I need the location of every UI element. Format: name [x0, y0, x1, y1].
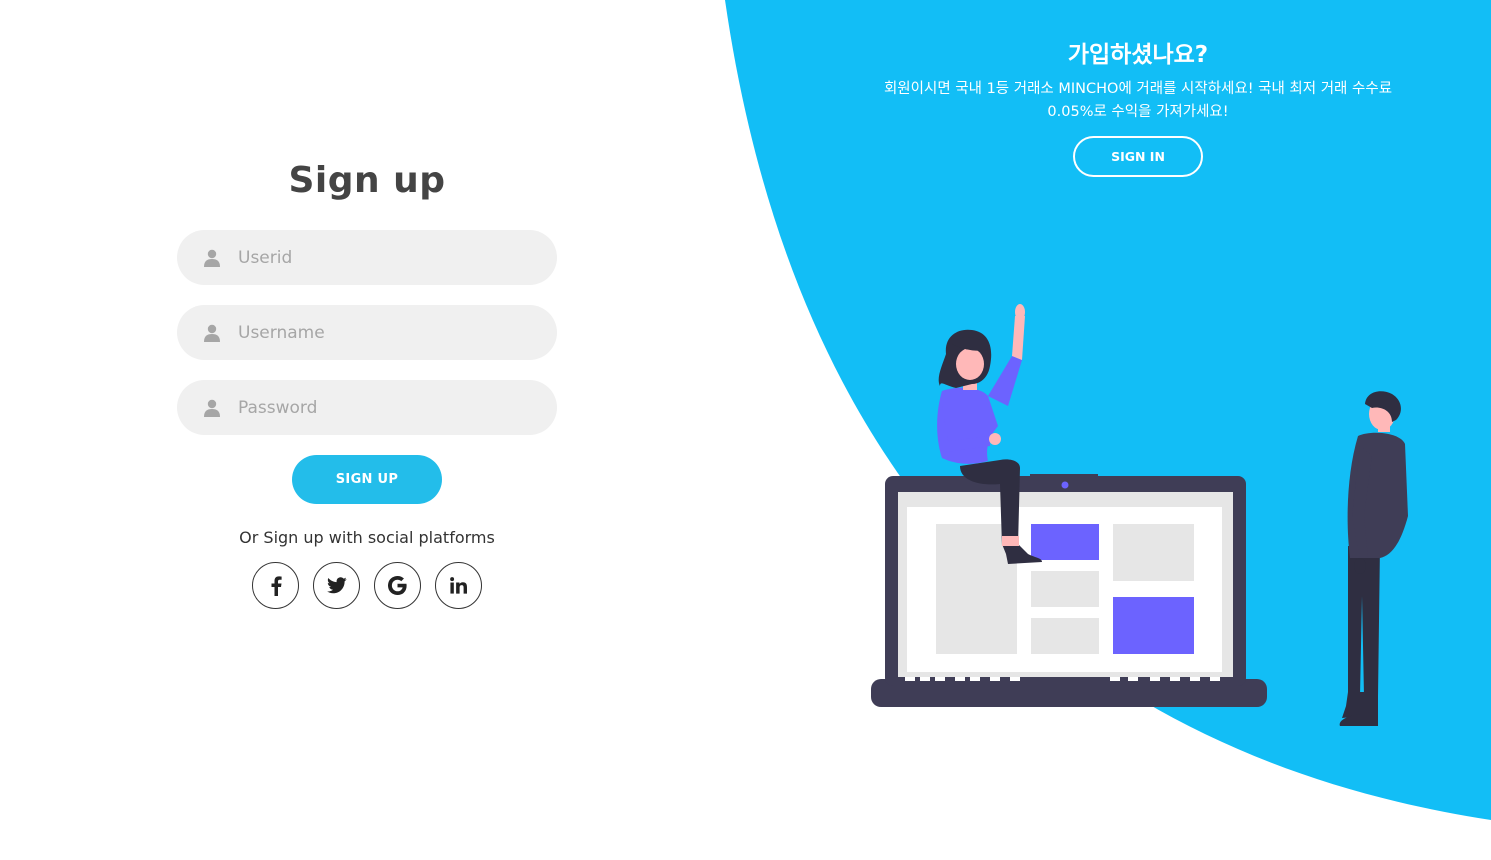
userid-field[interactable]	[177, 230, 557, 285]
user-icon	[201, 322, 223, 344]
facebook-button[interactable]	[252, 562, 299, 609]
signin-panel: 가입하셨나요? 회원이시면 국내 1등 거래소 MINCHO에 거래를 시작하세…	[870, 38, 1406, 177]
user-icon	[201, 247, 223, 269]
signup-form: Sign up SIGN UP Or Sign up with social p…	[177, 150, 557, 609]
signin-button[interactable]: SIGN IN	[1073, 136, 1203, 177]
social-text: Or Sign up with social platforms	[239, 528, 495, 547]
facebook-icon	[271, 575, 282, 596]
twitter-button[interactable]	[313, 562, 360, 609]
social-buttons	[252, 562, 482, 609]
linkedin-icon	[450, 577, 467, 594]
signup-button[interactable]: SIGN UP	[292, 455, 442, 504]
form-title: Sign up	[288, 160, 446, 201]
google-icon	[388, 576, 407, 595]
user-icon	[201, 397, 223, 419]
signup-illustration	[871, 304, 1408, 726]
password-input[interactable]	[238, 387, 518, 428]
panel-title: 가입하셨나요?	[1067, 42, 1209, 68]
twitter-icon	[326, 577, 347, 594]
username-input[interactable]	[238, 312, 518, 353]
password-field[interactable]	[177, 380, 557, 435]
google-button[interactable]	[374, 562, 421, 609]
username-field[interactable]	[177, 305, 557, 360]
linkedin-button[interactable]	[435, 562, 482, 609]
userid-input[interactable]	[238, 237, 518, 278]
page: Sign up SIGN UP Or Sign up with social p…	[0, 0, 1491, 860]
panel-description: 회원이시면 국내 1등 거래소 MINCHO에 거래를 시작하세요! 국내 최저…	[883, 81, 1393, 120]
